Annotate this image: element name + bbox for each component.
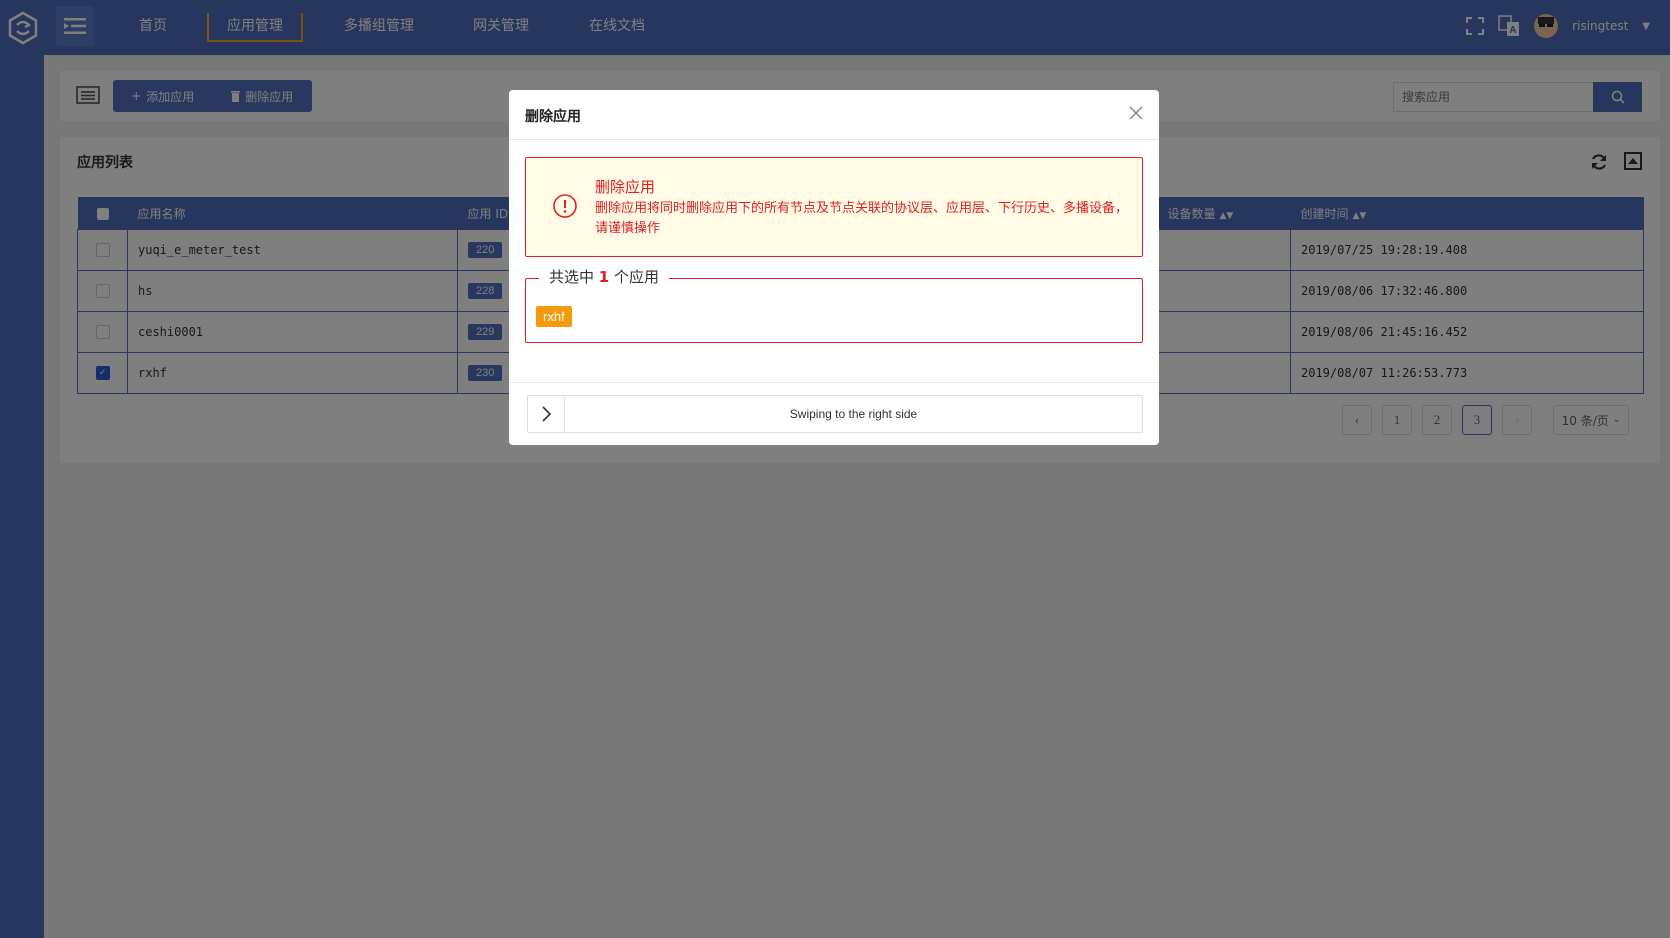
delete-app-modal: 删除应用 删除应用 删除应用将同时删除应用下的所有节点及节点关联的协议层、应用层… — [509, 90, 1159, 445]
alert-description: 删除应用将同时删除应用下的所有节点及节点关联的协议层、应用层、下行历史、多播设备… — [595, 201, 1129, 236]
modal-title: 删除应用 — [525, 109, 581, 125]
selected-count-legend: 共选中 1 个应用 — [539, 266, 670, 287]
slide-to-confirm[interactable]: Swiping to the right side — [527, 395, 1143, 433]
slider-handle[interactable] — [528, 396, 565, 432]
selected-suffix: 个应用 — [614, 268, 660, 286]
selected-count: 1 — [598, 268, 610, 286]
selected-apps-box — [525, 278, 1143, 343]
exclamation-circle-icon — [553, 194, 577, 218]
slider-text: Swiping to the right side — [789, 407, 918, 421]
selected-app-tag: rxhf — [536, 306, 572, 327]
modal-divider — [509, 382, 1159, 383]
alert-title: 删除应用 — [595, 178, 656, 196]
modal-header — [509, 90, 1159, 140]
chevron-right-icon — [542, 406, 552, 422]
selected-prefix: 共选中 — [549, 268, 595, 286]
warning-alert: 删除应用 删除应用将同时删除应用下的所有节点及节点关联的协议层、应用层、下行历史… — [525, 157, 1143, 257]
close-icon[interactable] — [1127, 104, 1145, 122]
